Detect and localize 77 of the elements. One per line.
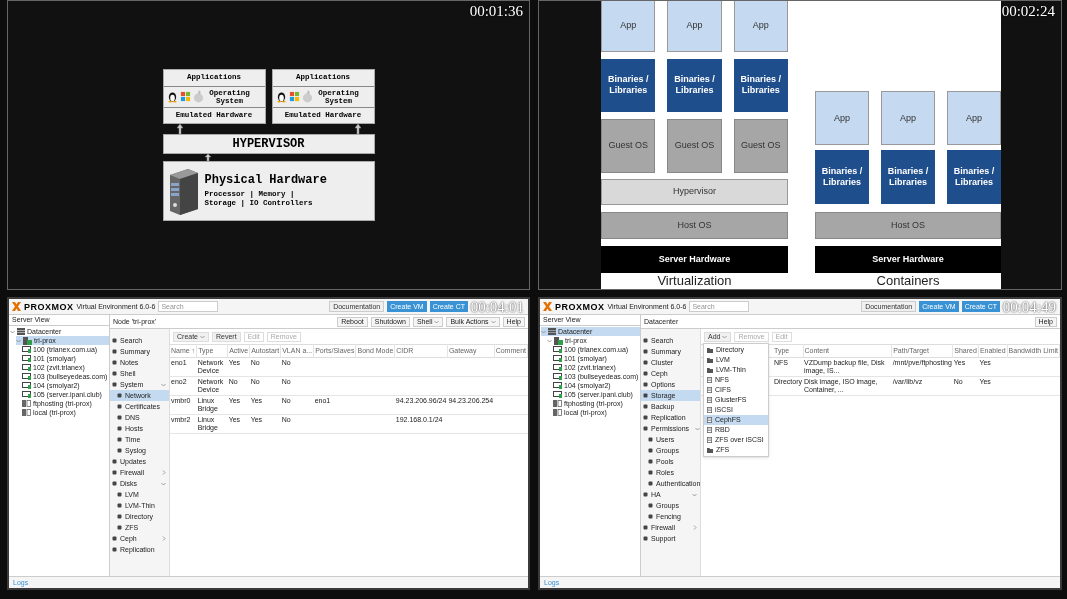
binaries-block: Binaries / Libraries: [881, 150, 935, 204]
monitor-icon: [22, 382, 31, 389]
monitor-icon: [22, 391, 31, 398]
app-block: App: [881, 91, 935, 145]
server-rack-icon: [17, 328, 25, 335]
guest-os-block: Guest OS: [601, 119, 656, 173]
apple-icon: [301, 90, 313, 103]
binaries-block: Binaries / Libraries: [815, 150, 869, 204]
server-rack-icon: [548, 328, 556, 335]
app-block: App: [733, 1, 788, 52]
product-logo: PROXMOX: [24, 302, 74, 311]
four-color-flag-icon: [179, 91, 191, 102]
penguin-icon: [275, 90, 287, 103]
disk-icon: [707, 387, 712, 393]
disk-icon: [553, 409, 562, 416]
caret-right-icon[interactable]: [693, 525, 697, 530]
monitor-icon: [553, 391, 562, 398]
hardware-title: Physical Hardware: [204, 173, 327, 189]
caret-down-icon[interactable]: [692, 492, 697, 497]
hypervisor-bar: HYPERVISOR: [162, 133, 375, 154]
up-arrow-icon: [204, 153, 211, 161]
disk-icon: [22, 400, 31, 407]
monitor-icon: [22, 364, 31, 371]
monitor-icon: [22, 346, 31, 353]
monitor-icon: [553, 346, 562, 353]
video-timestamp: 00:01:36: [469, 2, 523, 20]
binaries-block: Binaries / Libraries: [733, 58, 788, 113]
penguin-icon: [166, 90, 178, 103]
video-timestamp: 00:04:01: [470, 298, 524, 316]
monitor-icon: [553, 382, 562, 389]
binaries-block: Binaries / Libraries: [947, 150, 1001, 204]
disk-icon: [22, 409, 31, 416]
product-logo: PROXMOX: [555, 302, 605, 311]
disk-icon: [707, 407, 712, 413]
app-block: App: [667, 1, 722, 52]
server-hardware-layer: Server Hardware: [601, 246, 788, 273]
disk-icon: [707, 377, 712, 383]
monitor-icon: [553, 355, 562, 362]
caret-down-icon[interactable]: [161, 382, 166, 387]
server-node-icon: [554, 336, 563, 345]
caret-down-icon[interactable]: [161, 481, 166, 486]
monitor-icon: [553, 373, 562, 380]
four-color-flag-icon: [288, 91, 300, 102]
hypervisor-layer: Hypervisor: [601, 178, 788, 206]
monitor-icon: [22, 373, 31, 380]
disk-icon: [707, 437, 712, 443]
up-arrow-icon: [354, 123, 361, 134]
binaries-block: Binaries / Libraries: [667, 58, 722, 113]
monitor-icon: [553, 364, 562, 371]
disk-icon: [707, 427, 712, 433]
disk-icon: [707, 397, 712, 403]
video-timestamp: 00:04:49: [1002, 298, 1056, 316]
x-logo-icon: [12, 302, 21, 311]
app-block: App: [601, 1, 656, 52]
caret-right-icon[interactable]: [162, 536, 166, 541]
guest-os-block: Guest OS: [667, 119, 722, 173]
folder-icon: [707, 447, 713, 453]
guest-os-block: Guest OS: [733, 119, 788, 173]
host-os-layer: Host OS: [815, 212, 1001, 239]
apple-icon: [192, 90, 204, 103]
containers-caption: Containers: [875, 273, 941, 289]
app-block: App: [815, 91, 869, 145]
disk-icon: [707, 417, 712, 423]
server-node-icon: [23, 336, 32, 345]
caret-down-icon[interactable]: [695, 426, 701, 431]
virtualization-caption: Virtualization: [656, 273, 733, 289]
server-hardware-layer: Server Hardware: [815, 246, 1001, 273]
binaries-block: Binaries / Libraries: [601, 58, 656, 113]
app-block: App: [947, 91, 1001, 145]
monitor-icon: [22, 355, 31, 362]
server-tower-icon: [167, 166, 200, 215]
x-logo-icon: [543, 302, 552, 311]
disk-icon: [553, 400, 562, 407]
host-os-layer: Host OS: [601, 212, 788, 240]
caret-right-icon[interactable]: [162, 470, 166, 475]
video-timestamp: 00:02:24: [1001, 2, 1055, 20]
up-arrow-icon: [176, 123, 183, 134]
